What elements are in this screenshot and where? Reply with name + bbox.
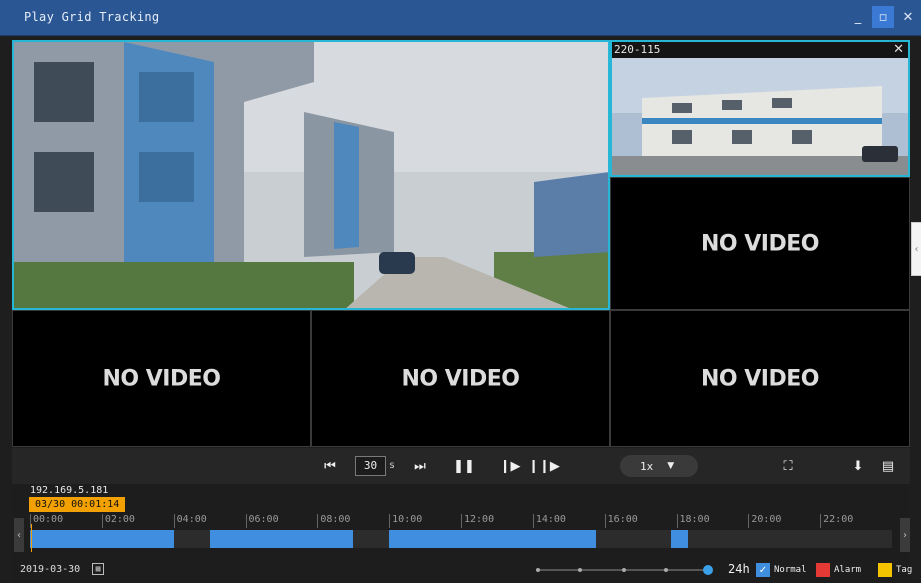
recording-segment[interactable] (30, 530, 174, 548)
recording-segment[interactable] (670, 530, 689, 548)
date-label: 2019-03-30 (20, 564, 81, 575)
timeline-tick-label: 12:00 (461, 514, 494, 528)
legend-label: Alarm (834, 565, 862, 575)
tag-swatch (878, 563, 892, 577)
zoom-label: 24h (728, 562, 750, 576)
caret-down-icon: ▼ (667, 461, 675, 471)
status-bar: 2019-03-30 ▦ 24h ✓ Normal Alarm Tag (12, 558, 912, 583)
timeline-tick-label: 20:00 (748, 514, 781, 528)
zoom-step (578, 568, 582, 572)
fast-forward-icon: ❙❙▶ (528, 458, 560, 474)
playback-controls: ⏮ 30 s ⏭ ❚❚ ❙▶ ❙❙▶ 1x ▼ ⛶ ⬇ ▤ (12, 448, 910, 484)
close-icon: ✕ (902, 9, 914, 25)
skip-forward-icon: ⏭ (414, 458, 426, 474)
legend-tag[interactable]: Tag (878, 563, 912, 577)
no-video-text: NO VIDEO (102, 366, 221, 391)
interval-unit: s (389, 460, 396, 471)
minimize-icon: _ (854, 9, 862, 25)
device-ip: 192.169.5.181 (30, 485, 109, 496)
timeline-tick-label: 00:00 (30, 514, 63, 528)
camera-feed-street (14, 42, 608, 308)
layout-icon: ▤ (881, 458, 895, 474)
playhead[interactable] (30, 524, 32, 552)
timeline-tick-label: 18:00 (676, 514, 710, 528)
legend-normal[interactable]: ✓ Normal (756, 563, 807, 577)
legend-alarm[interactable]: Alarm (816, 563, 861, 577)
video-cell-right-middle[interactable]: NO VIDEO (610, 177, 910, 310)
no-video-text: NO VIDEO (401, 366, 520, 391)
layout-button[interactable]: ▤ (878, 456, 898, 476)
legend-label: Tag (896, 565, 913, 575)
no-video-text: NO VIDEO (701, 366, 819, 391)
timeline-left-button[interactable]: ‹ (14, 518, 24, 552)
step-forward-button[interactable]: ⏭ (410, 456, 430, 476)
video-grid: 220-115 ✕ NO VIDEO NO VIDEO NO VIDEO NO … (12, 40, 910, 447)
timeline-tick-label: 04:00 (173, 514, 207, 528)
speed-dropdown[interactable]: 1x ▼ (620, 455, 698, 477)
legend-label: Normal (774, 565, 807, 575)
camera-name: 220-115 (614, 43, 661, 56)
recording-segment[interactable] (389, 530, 596, 548)
title-bar: Play Grid Tracking _ ▫ ✕ (0, 0, 921, 36)
checkbox-checked-icon: ✓ (756, 563, 770, 577)
video-cell-small[interactable]: 220-115 ✕ (610, 40, 910, 177)
timeline-track[interactable] (30, 530, 892, 548)
maximize-button[interactable]: ▫ (872, 6, 894, 28)
current-time-badge: 03/30 00:01:14 (29, 497, 126, 512)
pause-button[interactable]: ❚❚ (453, 456, 475, 476)
skip-back-icon: ⏮ (324, 458, 336, 474)
maximize-icon: ▫ (878, 9, 888, 25)
timeline-tick-label: 16:00 (604, 514, 638, 528)
zoom-step (536, 568, 540, 572)
zoom-step (622, 568, 626, 572)
video-cell-bottom-center[interactable]: NO VIDEO (311, 310, 610, 447)
minimize-button[interactable]: _ (847, 6, 869, 28)
download-button[interactable]: ⬇ (848, 456, 868, 476)
recording-segment[interactable] (209, 530, 354, 548)
chevron-left-icon: ‹ (914, 243, 919, 255)
window-title: Play Grid Tracking (24, 10, 160, 24)
chevron-right-icon: › (903, 529, 907, 541)
zoom-slider[interactable] (536, 565, 713, 575)
step-back-button[interactable]: ⏮ (320, 456, 340, 476)
chevron-left-icon: ‹ (17, 529, 21, 541)
frame-forward-button[interactable]: ❙▶ (499, 456, 521, 476)
interval-input[interactable]: 30 (355, 456, 386, 476)
video-cell-main[interactable] (12, 40, 610, 310)
video-cell-bottom-right[interactable]: NO VIDEO (610, 310, 910, 447)
timeline-tick-label: 02:00 (101, 514, 135, 528)
speed-value: 1x (640, 459, 654, 473)
close-button[interactable]: ✕ (897, 6, 919, 28)
alarm-swatch (816, 563, 830, 577)
download-icon: ⬇ (852, 458, 864, 474)
timeline-tick-label: 06:00 (245, 514, 279, 528)
zoom-knob[interactable] (703, 565, 713, 575)
fast-forward-button[interactable]: ❙❙▶ (528, 456, 560, 476)
calendar-icon[interactable]: ▦ (92, 563, 104, 575)
no-video-text: NO VIDEO (701, 231, 819, 256)
timeline: 192.169.5.181 03/30 00:01:14 00:00 02:00 0… (12, 484, 910, 558)
camera-name-label: 220-115 ✕ (612, 42, 908, 58)
timeline-tick-label: 10:00 (389, 514, 422, 528)
frame-forward-icon: ❙▶ (499, 458, 521, 474)
pause-icon: ❚❚ (453, 458, 475, 474)
close-camera-icon[interactable]: ✕ (893, 42, 904, 58)
zoom-step (664, 568, 668, 572)
timeline-right-button[interactable]: › (900, 518, 910, 552)
video-cell-bottom-left[interactable]: NO VIDEO (12, 310, 311, 447)
side-panel-toggle[interactable]: ‹ (911, 222, 921, 276)
fit-window-button[interactable]: ⛶ (778, 456, 798, 476)
timeline-tick-label: 14:00 (532, 514, 566, 528)
camera-feed-warehouse (612, 58, 908, 175)
fit-window-icon: ⛶ (783, 458, 793, 474)
timeline-tick-label: 08:00 (317, 514, 350, 528)
timeline-tick-label: 22:00 (820, 514, 853, 528)
